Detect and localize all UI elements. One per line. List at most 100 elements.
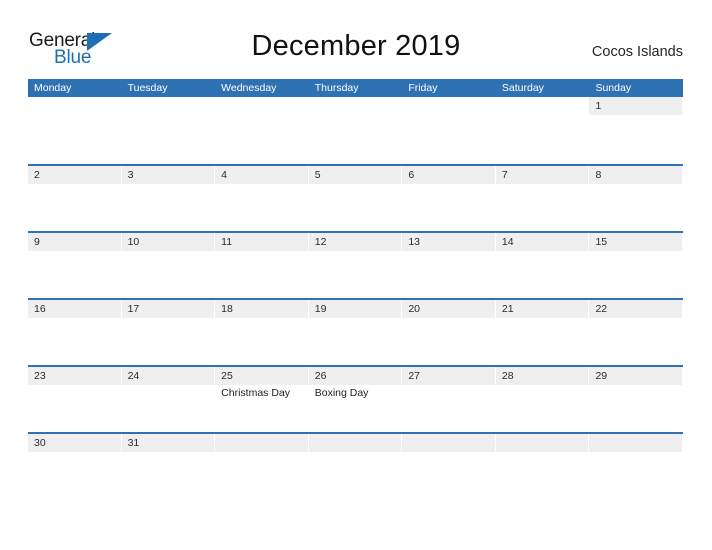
calendar-day-1[interactable]: 1: [589, 97, 683, 162]
calendar-weeks: 1 2 3 4 5 6 7 8 9 10 11 12 13 14 15 16 17 18 19 20 21 22 23 24 2…: [28, 97, 683, 499]
calendar-day-3[interactable]: 3: [121, 166, 216, 231]
weekday-header-sunday: Sunday: [595, 82, 632, 94]
day-number: 8: [595, 169, 602, 181]
day-number: 6: [408, 169, 415, 181]
day-number: 27: [408, 370, 420, 382]
calendar-grid: Monday Tuesday Wednesday Thursday Friday Satu…: [28, 79, 683, 499]
day-number: 7: [501, 169, 508, 181]
day-date-band: [215, 97, 308, 115]
day-number: 12: [314, 236, 327, 248]
day-number: 30: [34, 437, 46, 449]
calendar-day-18[interactable]: 18: [215, 300, 309, 365]
day-date-band: [402, 97, 495, 115]
calendar-day-26[interactable]: 26 Boxing Day: [308, 367, 403, 432]
weekday-header-friday: Friday: [408, 82, 438, 94]
weekday-header-monday: Monday: [34, 82, 72, 94]
calendar-day-empty: [309, 97, 403, 162]
calendar-day-10[interactable]: 10: [121, 233, 216, 298]
page-header: General Blue December 2019 Cocos Islands: [0, 0, 712, 76]
day-date-band: [122, 97, 215, 115]
calendar-week-row: 16 17 18 19 20 21 22: [28, 298, 683, 365]
calendar-day-6[interactable]: 6: [402, 166, 496, 231]
weekday-header-wednesday: Wednesday: [221, 82, 277, 94]
day-number: 14: [501, 236, 514, 248]
day-date-band: [589, 434, 683, 452]
calendar-day-13[interactable]: 13: [402, 233, 496, 298]
calendar-day-15[interactable]: 15: [589, 233, 683, 298]
day-number: 11: [221, 236, 233, 248]
calendar-day-31[interactable]: 31: [121, 434, 216, 499]
day-number: 28: [501, 370, 514, 382]
calendar-week-row: 2 3 4 5 6 7 8: [28, 164, 683, 231]
calendar-day-8[interactable]: 8: [589, 166, 683, 231]
calendar-day-25[interactable]: 25 Christmas Day: [215, 367, 309, 432]
day-number: 29: [595, 370, 608, 382]
weekday-header-thursday: Thursday: [314, 82, 359, 94]
calendar-day-7[interactable]: 7: [495, 166, 590, 231]
calendar-day-2[interactable]: 2: [28, 166, 122, 231]
calendar-day-4[interactable]: 4: [215, 166, 309, 231]
day-number: 4: [221, 169, 227, 181]
calendar-day-12[interactable]: 12: [308, 233, 403, 298]
day-number: 26: [314, 370, 327, 382]
calendar-day-24[interactable]: 24: [121, 367, 216, 432]
calendar-day-14[interactable]: 14: [495, 233, 590, 298]
calendar-day-28[interactable]: 28: [495, 367, 590, 432]
calendar-week-row: 30 31: [28, 432, 683, 499]
calendar-day-19[interactable]: 19: [308, 300, 403, 365]
day-number: 2: [34, 169, 40, 181]
calendar-day-27[interactable]: 27: [402, 367, 496, 432]
day-event-label: Boxing Day: [314, 387, 369, 399]
calendar-day-11[interactable]: 11: [215, 233, 309, 298]
day-number: 22: [595, 303, 608, 315]
day-date-band: [28, 166, 121, 184]
day-number: 10: [127, 236, 140, 248]
calendar-day-empty: [28, 97, 122, 162]
day-number: 20: [408, 303, 420, 315]
calendar-day-5[interactable]: 5: [308, 166, 403, 231]
calendar-day-empty: [589, 434, 683, 499]
calendar-day-29[interactable]: 29: [589, 367, 683, 432]
day-date-band: [589, 166, 683, 184]
calendar-day-empty: [308, 434, 403, 499]
day-number: 15: [595, 236, 608, 248]
day-number: 13: [408, 236, 420, 248]
calendar-day-20[interactable]: 20: [402, 300, 496, 365]
calendar-day-9[interactable]: 9: [28, 233, 122, 298]
day-number: 19: [314, 303, 327, 315]
weekday-header-saturday: Saturday: [501, 82, 544, 94]
day-event-label: Christmas Day: [221, 387, 291, 399]
calendar-day-empty: [402, 97, 496, 162]
day-date-band: [402, 434, 495, 452]
day-number: 3: [127, 169, 134, 181]
day-date-band: [496, 97, 589, 115]
calendar-day-23[interactable]: 23: [28, 367, 122, 432]
day-date-band: [308, 434, 402, 452]
calendar-day-empty: [122, 97, 216, 162]
calendar-day-22[interactable]: 22: [589, 300, 683, 365]
calendar-week-row: 1: [28, 97, 683, 164]
calendar-week-row: 9 10 11 12 13 14 15: [28, 231, 683, 298]
calendar-day-30[interactable]: 30: [28, 434, 122, 499]
calendar-day-empty: [402, 434, 496, 499]
day-date-band: [402, 166, 495, 184]
calendar-day-17[interactable]: 17: [121, 300, 216, 365]
calendar-day-21[interactable]: 21: [495, 300, 590, 365]
region-label: Cocos Islands: [591, 44, 683, 60]
day-number: 1: [595, 100, 602, 112]
day-number: 16: [34, 303, 46, 315]
weekday-header-tuesday: Tuesday: [127, 82, 168, 94]
day-date-band: [28, 233, 121, 251]
day-number: 23: [34, 370, 46, 382]
day-date-band: [309, 97, 402, 115]
day-number: 17: [127, 303, 140, 315]
day-number: 21: [501, 303, 514, 315]
day-number: 31: [127, 437, 140, 449]
day-number: 9: [34, 236, 40, 248]
calendar-day-empty: [215, 97, 309, 162]
day-number: 5: [314, 169, 321, 181]
calendar-day-16[interactable]: 16: [28, 300, 122, 365]
day-number: 18: [221, 303, 233, 315]
day-date-band: [308, 166, 402, 184]
calendar-day-empty: [496, 97, 590, 162]
